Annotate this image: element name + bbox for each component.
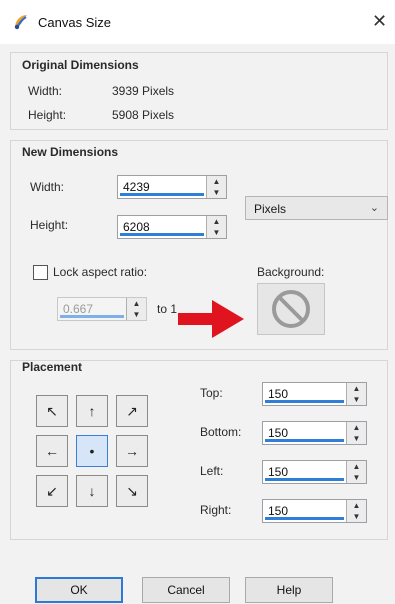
spin-down-icon[interactable]: ▼ (347, 433, 366, 444)
placement-middle-left[interactable]: ← (36, 435, 68, 467)
window-title: Canvas Size (38, 15, 111, 30)
placement-center[interactable]: • (76, 435, 108, 467)
right-spinner[interactable]: 150 ▲ ▼ (262, 499, 367, 523)
aspect-ratio-spinner: 0.667 ▲ ▼ (57, 297, 147, 321)
top-spinner[interactable]: 150 ▲ ▼ (262, 382, 367, 406)
units-dropdown[interactable]: Pixels ⌄ (245, 196, 388, 220)
top-label: Top: (200, 386, 223, 400)
lock-aspect-checkbox[interactable] (33, 265, 48, 280)
spin-down-icon[interactable]: ▼ (207, 227, 226, 238)
bottom-spinner[interactable]: 150 ▲ ▼ (262, 421, 367, 445)
aspect-ratio-suffix: to 1 (157, 302, 178, 316)
bottom-spin-buttons[interactable]: ▲ ▼ (346, 422, 366, 444)
right-value[interactable]: 150 (268, 504, 288, 518)
original-height-value: 5908 Pixels (112, 108, 175, 122)
new-width-spin-buttons[interactable]: ▲ ▼ (206, 176, 226, 198)
spin-down-icon[interactable]: ▼ (347, 511, 366, 522)
aspect-ratio-underline (60, 315, 124, 318)
left-label: Left: (200, 464, 224, 478)
spin-up-icon[interactable]: ▲ (347, 461, 366, 472)
top-underline (265, 400, 344, 403)
close-button[interactable]: ✕ (372, 11, 387, 32)
original-width-label: Width: (28, 84, 63, 98)
paint-icon (14, 15, 27, 30)
no-symbol-icon (272, 290, 310, 328)
ok-button[interactable]: OK (35, 577, 123, 603)
bottom-underline (265, 439, 344, 442)
spin-up-icon[interactable]: ▲ (207, 216, 226, 227)
bottom-label: Bottom: (200, 425, 242, 439)
top-spin-buttons[interactable]: ▲ ▼ (346, 383, 366, 405)
new-height-spin-buttons[interactable]: ▲ ▼ (206, 216, 226, 238)
placement-title: Placement (22, 360, 83, 374)
new-width-label: Width: (30, 180, 65, 194)
new-dimensions-title: New Dimensions (22, 145, 119, 159)
background-swatch[interactable] (257, 283, 325, 335)
lock-aspect-label: Lock aspect ratio: (53, 265, 148, 279)
placement-bottom-left[interactable]: ↙ (36, 475, 68, 507)
new-width-underline (120, 193, 204, 196)
new-height-value[interactable]: 6208 (123, 220, 150, 234)
spin-down-icon[interactable]: ▼ (347, 472, 366, 483)
left-underline (265, 478, 344, 481)
aspect-ratio-spin-buttons: ▲ ▼ (126, 298, 146, 320)
right-label: Right: (200, 503, 232, 517)
right-spin-buttons[interactable]: ▲ ▼ (346, 500, 366, 522)
right-underline (265, 517, 344, 520)
placement-top-right[interactable]: ↗ (116, 395, 148, 427)
new-width-spinner[interactable]: 4239 ▲ ▼ (117, 175, 227, 199)
spin-up-icon[interactable]: ▲ (347, 500, 366, 511)
cancel-button[interactable]: Cancel (142, 577, 230, 603)
original-dimensions-title: Original Dimensions (22, 58, 139, 72)
left-value[interactable]: 150 (268, 465, 288, 479)
placement-bottom-center[interactable]: ↓ (76, 475, 108, 507)
new-height-label: Height: (30, 218, 69, 232)
spin-down-icon: ▼ (132, 310, 141, 319)
chevron-down-icon: ⌄ (369, 202, 379, 214)
bottom-value[interactable]: 150 (268, 426, 288, 440)
spin-down-icon[interactable]: ▼ (207, 187, 226, 198)
aspect-ratio-value: 0.667 (63, 302, 94, 316)
original-width-value: 3939 Pixels (112, 84, 175, 98)
new-height-underline (120, 233, 204, 236)
help-button[interactable]: Help (245, 577, 333, 603)
background-label: Background: (257, 265, 325, 279)
placement-bottom-right[interactable]: ↘ (116, 475, 148, 507)
spin-up-icon[interactable]: ▲ (207, 176, 226, 187)
red-arrow-icon (178, 300, 244, 338)
placement-middle-right[interactable]: → (116, 435, 148, 467)
original-height-label: Height: (28, 108, 67, 122)
spin-up-icon: ▲ (132, 299, 141, 308)
top-value[interactable]: 150 (268, 387, 288, 401)
left-spin-buttons[interactable]: ▲ ▼ (346, 461, 366, 483)
new-height-spinner[interactable]: 6208 ▲ ▼ (117, 215, 227, 239)
spin-up-icon[interactable]: ▲ (347, 383, 366, 394)
spin-down-icon[interactable]: ▼ (347, 394, 366, 405)
units-selected: Pixels (254, 202, 287, 216)
placement-top-left[interactable]: ↖ (36, 395, 68, 427)
spin-up-icon[interactable]: ▲ (347, 422, 366, 433)
placement-top-center[interactable]: ↑ (76, 395, 108, 427)
new-width-value[interactable]: 4239 (123, 180, 150, 194)
left-spinner[interactable]: 150 ▲ ▼ (262, 460, 367, 484)
